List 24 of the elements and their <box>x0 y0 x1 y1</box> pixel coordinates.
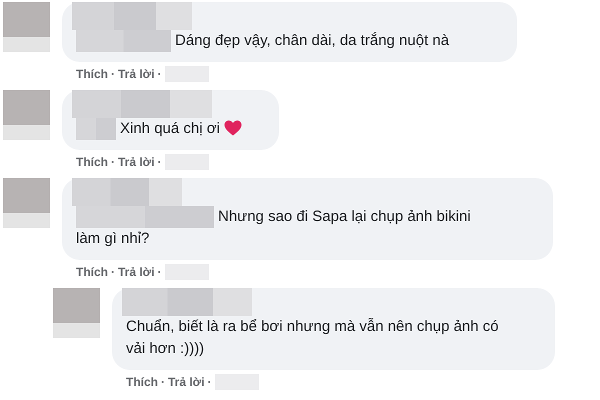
reply-link[interactable]: Trả lời <box>118 67 155 81</box>
separator-dot: · <box>111 67 115 81</box>
separator-dot: · <box>111 265 115 279</box>
like-link[interactable]: Thích <box>76 265 108 279</box>
comment-text: Dáng đẹp vậy, chân dài, da trắng nuột nà <box>175 32 450 49</box>
separator-dot: · <box>158 265 162 279</box>
reply-link[interactable]: Trả lời <box>118 265 155 279</box>
separator-dot: · <box>161 375 165 389</box>
separator-dot: · <box>158 155 162 169</box>
blurred-avatar <box>3 2 50 52</box>
reply-link[interactable]: Trả lời <box>168 375 205 389</box>
separator-dot: · <box>111 155 115 169</box>
blurred-avatar <box>3 90 50 140</box>
comment-text: Chuẩn, biết là ra bể bơi nhưng mà vẫn nên chụp ảnh có vải hơn :)))) <box>126 318 499 357</box>
blurred-avatar <box>53 288 100 338</box>
comment-text: Nhưng sao đi Sapa lại chụp ảnh bikini làm gì nhỉ? <box>76 208 471 247</box>
comment-text: Xinh quá chị ơi <box>120 120 220 137</box>
like-link[interactable]: Thích <box>76 67 108 81</box>
separator-dot: · <box>158 67 162 81</box>
blurred-avatar <box>3 178 50 228</box>
like-link[interactable]: Thích <box>76 155 108 169</box>
separator-dot: · <box>208 375 212 389</box>
like-link[interactable]: Thích <box>126 375 158 389</box>
reply-link[interactable]: Trả lời <box>118 155 155 169</box>
